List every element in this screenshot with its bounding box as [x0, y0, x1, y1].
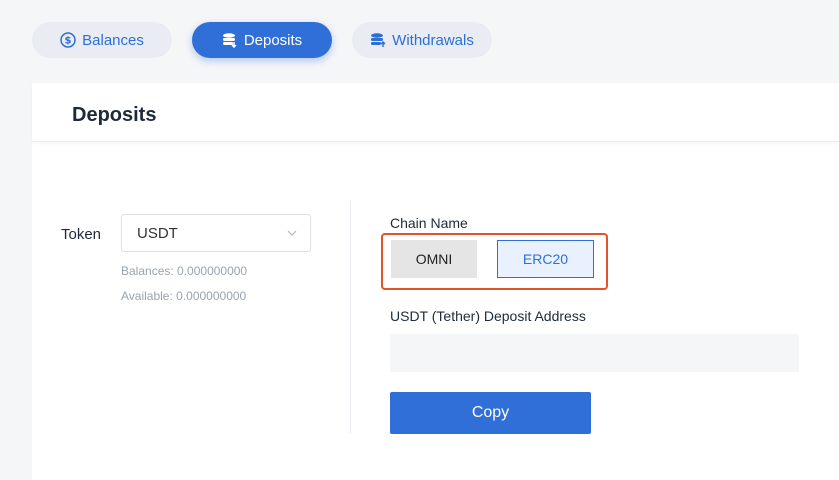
- token-label: Token: [61, 226, 102, 243]
- card-header: Deposits: [32, 83, 839, 142]
- withdraw-stack-icon: [370, 32, 386, 48]
- tab-withdrawals[interactable]: Withdrawals: [352, 22, 492, 58]
- tab-label: Withdrawals: [392, 31, 474, 49]
- svg-text:$: $: [65, 36, 72, 47]
- dollar-circle-icon: $: [60, 32, 76, 48]
- tab-label: Balances: [82, 31, 144, 49]
- tab-deposits[interactable]: Deposits: [192, 22, 332, 58]
- token-select[interactable]: USDT: [121, 214, 311, 252]
- deposit-address-label: USDT (Tether) Deposit Address: [390, 308, 586, 324]
- page-title: Deposits: [72, 104, 157, 126]
- token-select-value: USDT: [137, 225, 178, 242]
- chain-name-label: Chain Name: [390, 215, 468, 231]
- available-text: Available: 0.000000000: [121, 289, 247, 303]
- tab-bar: $ Balances Deposits Withdrawals: [32, 22, 492, 58]
- deposit-stack-icon: [222, 32, 238, 48]
- deposits-card: Deposits Token USDT Balances: 0.00000000…: [32, 83, 839, 480]
- chevron-down-icon: [286, 226, 298, 238]
- tab-balances[interactable]: $ Balances: [32, 22, 172, 58]
- balances-text: Balances: 0.000000000: [121, 264, 248, 278]
- chain-option-omni[interactable]: OMNI: [391, 240, 477, 278]
- divider: [350, 201, 351, 433]
- tab-label: Deposits: [243, 31, 303, 49]
- chain-option-erc20[interactable]: ERC20: [497, 240, 594, 278]
- deposit-address-field[interactable]: [390, 334, 799, 372]
- copy-button[interactable]: Copy: [390, 392, 591, 434]
